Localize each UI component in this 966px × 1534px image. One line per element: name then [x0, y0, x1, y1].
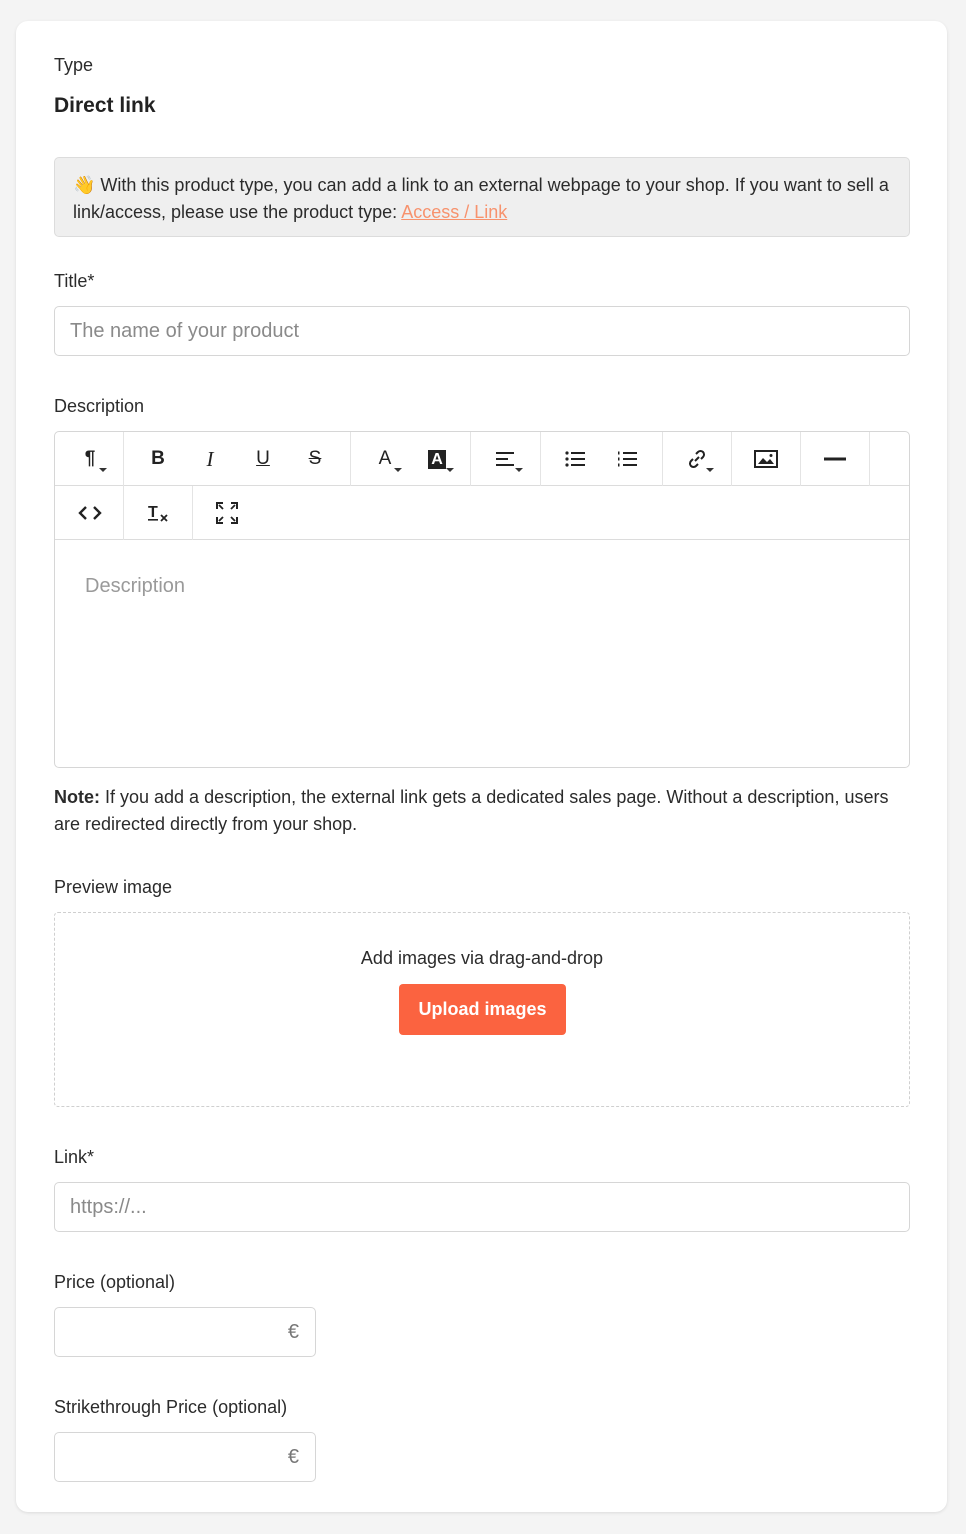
- strike-price-label: Strikethrough Price (optional): [54, 1397, 288, 1417]
- toolbar-group-align: [471, 432, 541, 486]
- strike-price-input[interactable]: [55, 1433, 275, 1481]
- bullet-list-icon[interactable]: [558, 443, 592, 475]
- image-dropzone[interactable]: Add images via drag-and-drop Upload imag…: [54, 912, 910, 1107]
- type-label: Type: [54, 55, 94, 75]
- info-box: 👋 With this product type, you can add a …: [54, 157, 910, 237]
- background-color-icon[interactable]: A: [420, 443, 454, 475]
- type-value: Direct link: [54, 94, 156, 117]
- underline-icon[interactable]: U: [246, 443, 280, 475]
- link-label: Link*: [54, 1147, 95, 1167]
- fullscreen-icon[interactable]: [210, 497, 244, 529]
- link-icon[interactable]: [680, 443, 714, 475]
- toolbar-group-fullscreen: [193, 486, 262, 540]
- toolbar-group-format: B I U S: [124, 432, 351, 486]
- price-input[interactable]: [55, 1308, 275, 1356]
- preview-image-label: Preview image: [54, 877, 173, 897]
- toolbar-group-lists: [541, 432, 663, 486]
- toolbar-group-color: A A: [351, 432, 471, 486]
- dropzone-text: Add images via drag-and-drop: [360, 948, 604, 968]
- code-view-icon[interactable]: [73, 497, 107, 529]
- title-input[interactable]: [54, 306, 910, 356]
- toolbar-group-code: [55, 486, 124, 540]
- italic-icon[interactable]: I: [193, 443, 227, 475]
- price-currency: €: [287, 1321, 299, 1343]
- editor-toolbar-row-1: ¶ B I U S A A: [55, 432, 909, 486]
- svg-text:T: T: [148, 504, 158, 521]
- strike-price-currency: €: [287, 1446, 299, 1468]
- bold-icon[interactable]: B: [141, 443, 175, 475]
- toolbar-group-link: [663, 432, 732, 486]
- strikethrough-icon[interactable]: S: [298, 443, 332, 475]
- title-label: Title*: [54, 271, 95, 291]
- price-label: Price (optional): [54, 1272, 176, 1292]
- product-form-card: Type Direct link 👋 With this product typ…: [16, 21, 947, 1512]
- horizontal-rule-icon[interactable]: [818, 443, 852, 475]
- toolbar-group-image: [732, 432, 801, 486]
- editor-toolbar-row-2: T: [55, 486, 909, 540]
- paragraph-icon[interactable]: ¶: [73, 443, 107, 475]
- strike-price-field: €: [54, 1432, 316, 1482]
- price-field: €: [54, 1307, 316, 1357]
- description-editor-area[interactable]: Description: [85, 575, 185, 598]
- upload-images-button[interactable]: Upload images: [399, 984, 566, 1035]
- toolbar-group-clear: T: [124, 486, 193, 540]
- description-editor: ¶ B I U S A A T Description: [54, 431, 910, 768]
- clear-format-icon[interactable]: T: [141, 497, 175, 529]
- toolbar-group-paragraph: ¶: [55, 432, 124, 486]
- link-input[interactable]: [54, 1182, 910, 1232]
- description-label: Description: [54, 396, 145, 416]
- image-icon[interactable]: [749, 443, 783, 475]
- description-note: Note: If you add a description, the exte…: [54, 787, 889, 834]
- align-icon[interactable]: [489, 443, 523, 475]
- numbered-list-icon[interactable]: [610, 443, 644, 475]
- toolbar-group-hr: [801, 432, 870, 486]
- wave-emoji-icon: 👋: [73, 175, 96, 195]
- font-color-icon[interactable]: A: [368, 443, 402, 475]
- access-link[interactable]: Access / Link: [401, 202, 507, 222]
